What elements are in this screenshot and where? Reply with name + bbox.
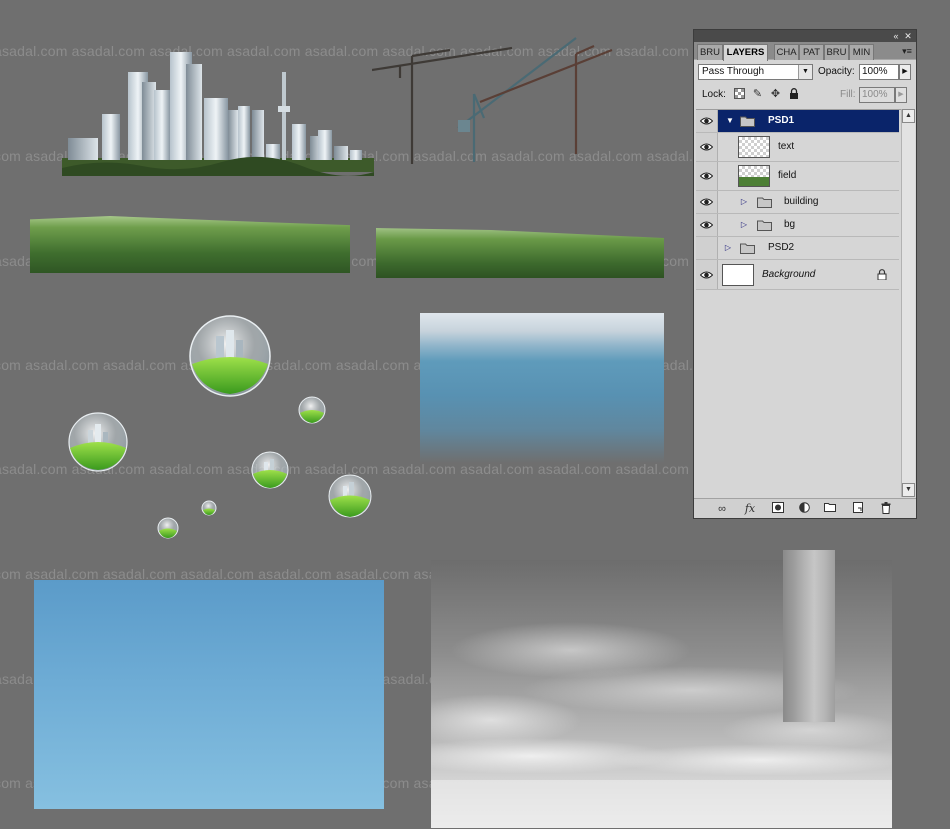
scroll-down-icon[interactable]: ▼ — [902, 483, 915, 497]
blend-row: Pass Through ▼ Opacity: 100% ▶ — [694, 61, 916, 83]
expand-triangle-right-icon[interactable]: ▷ — [739, 197, 749, 207]
panel-titlebar: « ✕ — [694, 30, 916, 42]
blend-mode-value: Pass Through — [702, 66, 765, 77]
visibility-toggle[interactable] — [696, 260, 718, 289]
layer-name[interactable]: Background — [762, 269, 815, 281]
visibility-toggle[interactable] — [696, 110, 718, 132]
sky-gradient-image[interactable] — [34, 580, 384, 809]
eye-icon — [700, 221, 713, 229]
expand-triangle-right-icon[interactable]: ▷ — [723, 243, 733, 253]
tab-layers[interactable]: LAYERS — [723, 44, 768, 61]
link-icon[interactable]: ∞ — [714, 502, 730, 516]
lock-icon — [877, 268, 887, 280]
visibility-toggle[interactable] — [696, 191, 718, 213]
double-chevron-left-icon[interactable]: « — [890, 30, 902, 42]
new-layer-icon[interactable] — [850, 502, 866, 516]
layer-name[interactable]: bg — [784, 219, 795, 231]
lock-label: Lock: — [702, 89, 726, 100]
layer-name[interactable]: building — [784, 196, 818, 208]
layer-thumbnail[interactable] — [722, 264, 754, 286]
opacity-arrow-icon[interactable]: ▶ — [899, 64, 911, 80]
sea-gradient-image[interactable] — [420, 313, 664, 463]
expand-triangle-down-icon[interactable]: ▼ — [725, 116, 735, 126]
mask-icon[interactable] — [770, 502, 786, 516]
eye-icon — [700, 198, 713, 206]
opacity-input[interactable]: 100% — [859, 64, 899, 80]
layer-name[interactable]: text — [778, 141, 794, 153]
folder-icon — [757, 197, 772, 208]
fill-arrow-icon[interactable]: ▶ — [895, 87, 907, 103]
visibility-toggle[interactable] — [696, 214, 718, 236]
layers-scrollbar[interactable]: ▲ ▼ — [901, 109, 915, 497]
eye-icon — [700, 271, 713, 278]
layer-name[interactable]: field — [778, 170, 796, 182]
glass-bubbles-image[interactable] — [60, 312, 380, 544]
folder-icon — [740, 116, 755, 127]
panel-tabs: BRU LAYERS CHA PAT BRU MIN ▾≡ — [694, 42, 916, 61]
lock-row: Lock: ✎ ✥ Fill: 100% ▶ — [694, 85, 916, 105]
trash-icon[interactable] — [878, 502, 894, 516]
layer-row-building[interactable]: ▷ building — [696, 191, 899, 214]
fx-icon[interactable]: fx — [742, 502, 758, 516]
layer-thumbnail[interactable] — [738, 136, 770, 158]
layer-name[interactable]: PSD2 — [768, 242, 794, 254]
layer-row-text[interactable]: text — [696, 133, 899, 162]
eye-icon — [700, 143, 713, 151]
layer-row-psd2[interactable]: ▷ PSD2 — [696, 237, 899, 260]
scroll-up-icon[interactable]: ▲ — [902, 109, 915, 123]
layer-row-background[interactable]: Background — [696, 260, 899, 290]
layer-row-bg[interactable]: ▷ bg — [696, 214, 899, 237]
lock-transparent-icon[interactable] — [733, 88, 746, 101]
expand-triangle-right-icon[interactable]: ▷ — [739, 220, 749, 230]
new-group-icon[interactable] — [822, 502, 838, 516]
tab-paths[interactable]: PAT — [799, 44, 824, 60]
layer-thumbnail[interactable] — [738, 165, 770, 187]
blend-mode-select[interactable]: Pass Through ▼ — [698, 64, 813, 80]
layer-name[interactable]: PSD1 — [768, 115, 794, 127]
panel-menu-icon[interactable]: ▾≡ — [901, 45, 913, 57]
layer-row-psd1[interactable]: ▼ PSD1 — [696, 110, 899, 133]
visibility-toggle[interactable] — [696, 237, 718, 259]
grass-field-image[interactable] — [30, 216, 350, 273]
city-skyline-image[interactable] — [62, 50, 374, 182]
close-icon[interactable]: ✕ — [902, 30, 914, 42]
eye-icon — [700, 117, 713, 125]
layers-panel[interactable]: « ✕ BRU LAYERS CHA PAT BRU MIN ▾≡ Pass T… — [693, 29, 917, 519]
visibility-toggle[interactable] — [696, 133, 718, 161]
lock-brush-icon[interactable]: ✎ — [751, 88, 764, 101]
visibility-toggle[interactable] — [696, 162, 718, 190]
fill-input[interactable]: 100% — [859, 87, 895, 103]
tab-mini-bridge[interactable]: MIN — [849, 44, 874, 60]
eye-icon — [700, 172, 713, 180]
cranes-image[interactable] — [372, 36, 618, 168]
layers-list[interactable]: ▼ PSD1 text field ▷ building ▷ bg ▷ PSD2… — [696, 109, 914, 497]
lock-all-icon[interactable] — [787, 88, 800, 101]
layer-row-field[interactable]: field — [696, 162, 899, 191]
fill-label: Fill: — [840, 89, 856, 100]
tab-channels[interactable]: CHA — [774, 44, 799, 60]
folder-icon — [740, 243, 755, 254]
folder-icon — [757, 220, 772, 231]
opacity-label: Opacity: — [818, 66, 855, 77]
tab-brush-presets[interactable]: BRU — [824, 44, 849, 60]
grass-field-image-2[interactable] — [376, 228, 664, 278]
tab-brushes[interactable]: BRU — [697, 44, 723, 60]
chevron-down-icon[interactable]: ▼ — [798, 65, 812, 79]
adjustment-icon[interactable] — [796, 502, 812, 516]
lock-move-icon[interactable]: ✥ — [769, 88, 782, 101]
panel-footer: ∞ fx — [694, 498, 916, 518]
bubble-large — [189, 315, 271, 397]
gray-gradient-strip-image[interactable] — [783, 550, 835, 722]
